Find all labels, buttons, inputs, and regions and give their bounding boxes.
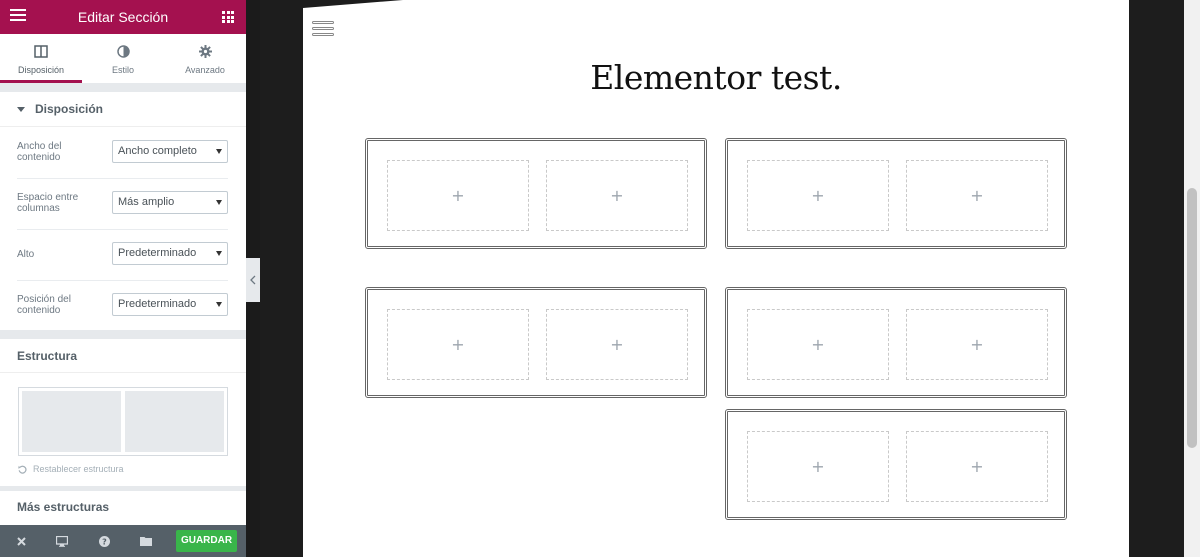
add-widget-icon[interactable]: + — [610, 186, 623, 205]
height-control: Alto Predeterminado — [17, 230, 228, 281]
empty-column[interactable]: + — [546, 160, 688, 231]
scrollbar[interactable] — [1184, 0, 1200, 557]
add-widget-icon[interactable]: + — [970, 457, 983, 476]
dropdown-arrow-icon — [216, 302, 222, 307]
contrast-icon — [82, 45, 164, 61]
help-icon[interactable]: ? — [97, 534, 111, 548]
scrollbar-thumb[interactable] — [1187, 188, 1197, 448]
section[interactable]: + + — [725, 138, 1067, 249]
structure-section: Estructura Restablecer estructura — [0, 339, 246, 486]
add-widget-icon[interactable]: + — [811, 186, 824, 205]
section[interactable]: + + — [365, 138, 707, 249]
content-position-value: Predeterminado — [118, 298, 197, 310]
reset-structure-label: Restablecer estructura — [33, 464, 124, 474]
divider — [0, 83, 246, 92]
content-position-select[interactable]: Predeterminado — [112, 293, 228, 316]
height-value: Predeterminado — [118, 247, 197, 259]
add-widget-icon[interactable]: + — [970, 335, 983, 354]
empty-column[interactable]: + — [387, 309, 529, 380]
svg-text:?: ? — [102, 537, 107, 546]
widgets-grid-icon[interactable] — [222, 11, 234, 23]
save-button[interactable]: GUARDAR — [176, 530, 237, 552]
gear-icon — [164, 45, 246, 61]
page-title: Elementor test. — [590, 58, 842, 97]
page-canvas: Elementor test. + + + + + + + + + + — [303, 0, 1129, 557]
section[interactable]: + + — [725, 409, 1067, 520]
structure-preview[interactable] — [18, 387, 228, 456]
add-widget-icon[interactable]: + — [811, 457, 824, 476]
dropdown-arrow-icon — [216, 149, 222, 154]
divider — [0, 330, 246, 339]
section[interactable]: + + — [365, 287, 707, 398]
tab-style[interactable]: Estilo — [82, 34, 164, 83]
reset-structure-link[interactable]: Restablecer estructura — [18, 464, 124, 474]
menu-toggle-icon[interactable] — [312, 21, 334, 40]
content-position-control: Posición del contenido Predeterminado — [17, 281, 228, 332]
tab-layout[interactable]: Disposición — [0, 34, 82, 83]
add-widget-icon[interactable]: + — [610, 335, 623, 354]
content-width-select[interactable]: Ancho completo — [112, 140, 228, 163]
decorative-shape — [303, 0, 403, 8]
chevron-left-icon — [250, 275, 256, 285]
column-gap-value: Más amplio — [118, 196, 175, 208]
preview-area: Elementor test. + + + + + + + + + + — [260, 0, 1200, 557]
section[interactable]: + + — [725, 287, 1067, 398]
add-widget-icon[interactable]: + — [451, 335, 464, 354]
layout-section: Disposición Ancho del contenido Ancho co… — [0, 92, 246, 330]
panel-tabs: Disposición Estilo Avanzado — [0, 34, 246, 83]
content-width-label: Ancho del contenido — [17, 141, 62, 163]
close-icon[interactable] — [14, 534, 28, 548]
structure-column — [22, 391, 121, 452]
column-gap-label: Espacio entre columnas — [17, 192, 79, 214]
panel-header: Editar Sección — [0, 0, 246, 34]
empty-column[interactable]: + — [546, 309, 688, 380]
height-select[interactable]: Predeterminado — [112, 242, 228, 265]
empty-column[interactable]: + — [906, 309, 1048, 380]
empty-column[interactable]: + — [747, 309, 889, 380]
tab-layout-label: Disposición — [17, 65, 65, 75]
add-widget-icon[interactable]: + — [451, 186, 464, 205]
folder-icon[interactable] — [139, 534, 153, 548]
layout-section-toggle[interactable]: Disposición — [0, 92, 246, 127]
structure-section-title: Estructura — [0, 339, 246, 373]
content-width-control: Ancho del contenido Ancho completo — [17, 128, 228, 179]
tab-advanced-label: Avanzado — [185, 65, 225, 75]
empty-column[interactable]: + — [747, 160, 889, 231]
panel-footer: ? GUARDAR — [0, 525, 246, 557]
undo-icon — [18, 465, 27, 474]
tab-style-label: Estilo — [111, 65, 134, 75]
desktop-icon[interactable] — [55, 534, 69, 548]
empty-column[interactable]: + — [906, 431, 1048, 502]
content-position-label: Posición del contenido — [17, 294, 71, 316]
height-label: Alto — [17, 249, 35, 260]
column-gap-control: Espacio entre columnas Más amplio — [17, 179, 228, 230]
editor-panel: Editar Sección Disposición Estilo Avanza… — [0, 0, 246, 557]
layout-section-title: Disposición — [35, 102, 104, 116]
content-width-value: Ancho completo — [118, 145, 197, 157]
panel-title: Editar Sección — [77, 9, 169, 25]
column-gap-select[interactable]: Más amplio — [112, 191, 228, 214]
columns-icon — [0, 45, 82, 61]
empty-column[interactable]: + — [387, 160, 529, 231]
dropdown-arrow-icon — [216, 251, 222, 256]
add-widget-icon[interactable]: + — [970, 186, 983, 205]
empty-column[interactable]: + — [747, 431, 889, 502]
dropdown-arrow-icon — [216, 200, 222, 205]
more-structures-section[interactable]: Más estructuras — [0, 491, 246, 525]
add-widget-icon[interactable]: + — [811, 335, 824, 354]
caret-down-icon — [17, 106, 25, 112]
collapse-panel-button[interactable] — [246, 258, 260, 302]
tab-advanced[interactable]: Avanzado — [164, 34, 246, 83]
structure-column — [125, 391, 224, 452]
empty-column[interactable]: + — [906, 160, 1048, 231]
